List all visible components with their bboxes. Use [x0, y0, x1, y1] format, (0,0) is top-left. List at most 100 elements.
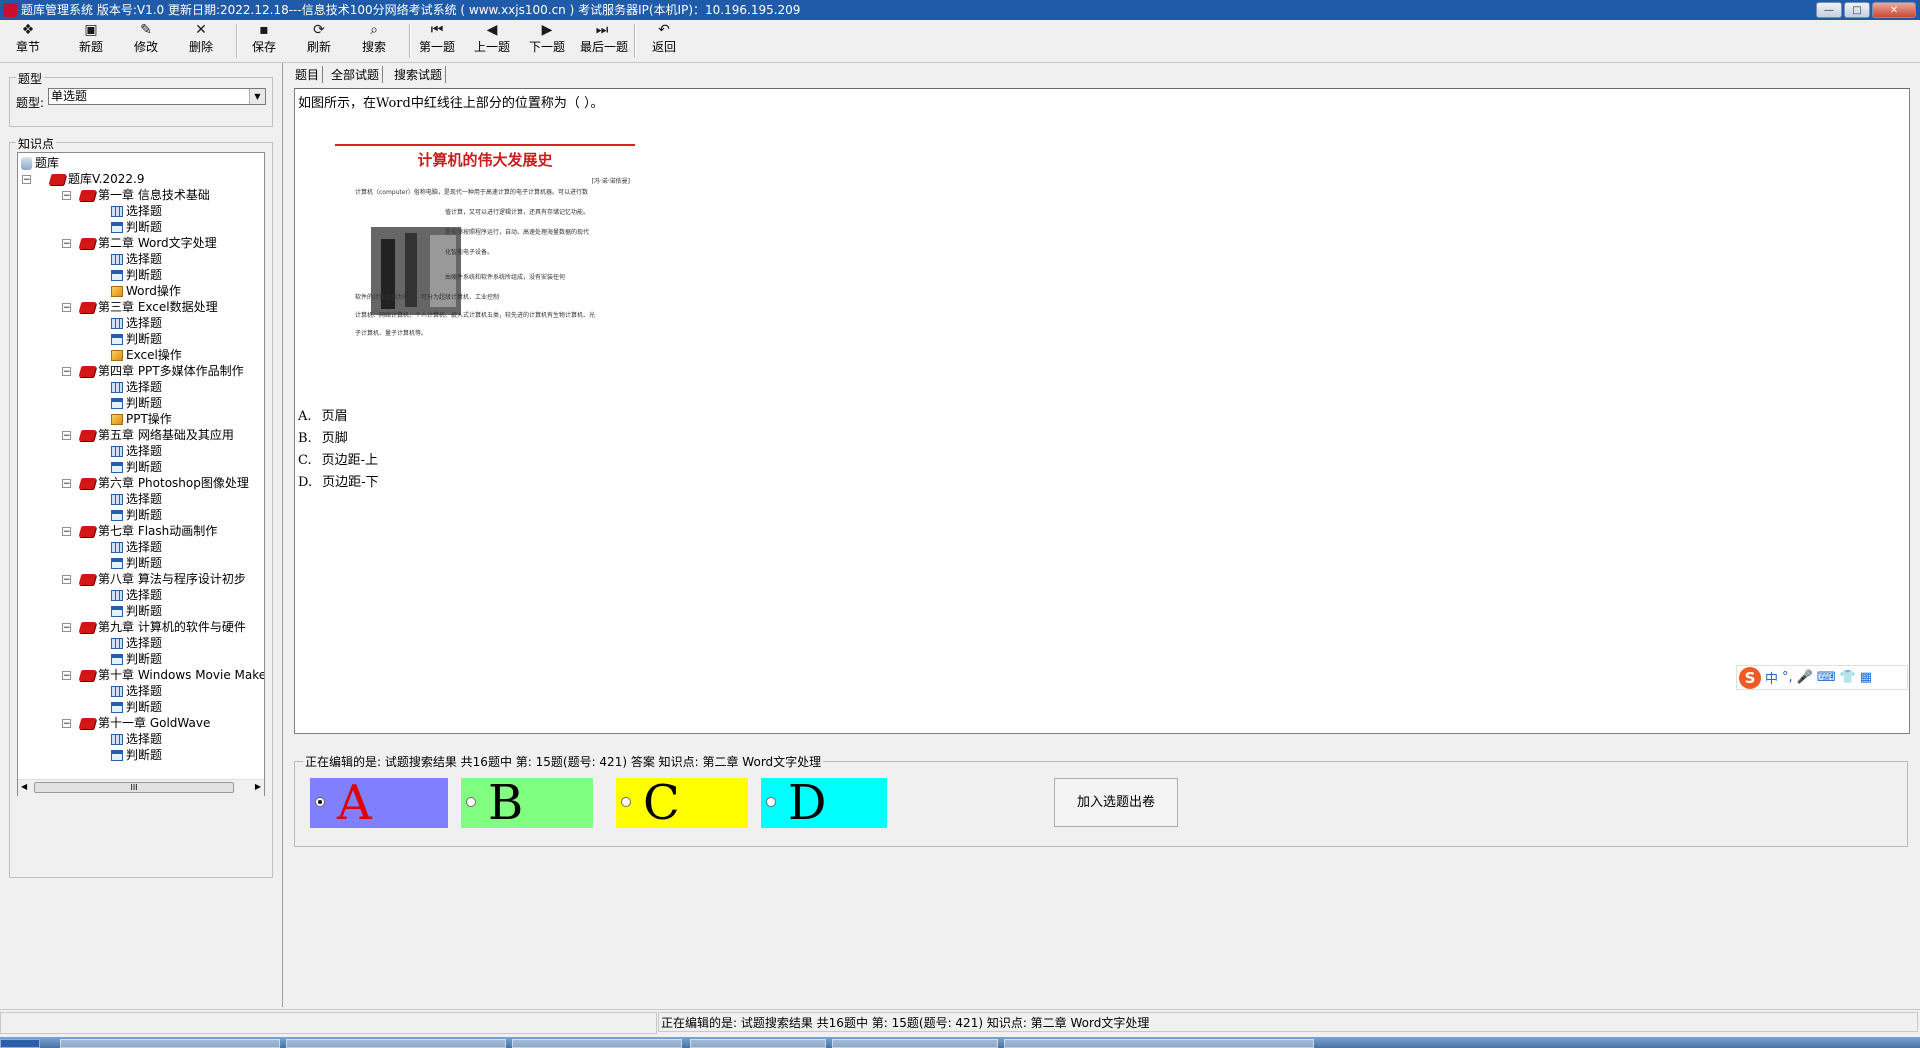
radio-button[interactable] — [621, 797, 631, 807]
toolbar-button-3[interactable]: ✕ 删除 — [179, 22, 223, 60]
radio-button[interactable] — [315, 797, 325, 807]
collapse-icon[interactable]: − — [62, 239, 71, 249]
collapse-icon[interactable]: − — [62, 431, 71, 441]
collapse-icon[interactable]: − — [62, 479, 71, 489]
radio-button[interactable] — [766, 797, 776, 807]
tree-chapter[interactable]: − 第九章 计算机的软件与硬件 — [62, 619, 246, 635]
minimize-button[interactable]: — — [1816, 2, 1842, 18]
collapse-icon[interactable]: − — [62, 191, 71, 201]
tree-leaf[interactable]: 选择题 — [111, 587, 162, 603]
taskbar-item[interactable] — [512, 1039, 682, 1048]
taskbar-item[interactable] — [690, 1039, 826, 1048]
ime-chinese-icon[interactable]: 中 — [1765, 668, 1778, 687]
tab-question[interactable]: 题目 — [295, 66, 324, 83]
toolbar-button-11[interactable]: ↶ 返回 — [642, 22, 686, 60]
taskbar-item[interactable] — [832, 1039, 998, 1048]
toolbar-button-5[interactable]: ⟳ 刷新 — [297, 22, 341, 60]
add-to-paper-button[interactable]: 加入选题出卷 — [1054, 778, 1178, 827]
tree-chapter[interactable]: − 第五章 网络基础及其应用 — [62, 427, 234, 443]
collapse-icon[interactable]: − — [62, 623, 71, 633]
tree-leaf[interactable]: PPT操作 — [111, 411, 172, 427]
toolbar-button-9[interactable]: ▶ 下一题 — [525, 22, 569, 60]
chevron-down-icon[interactable]: ▼ — [249, 89, 265, 104]
ime-toolbar[interactable]: S 中 °, 🎤 ⌨ 👕 ▦ — [1736, 665, 1908, 690]
tree-horizontal-scrollbar[interactable]: ◀ III ▶ — [18, 779, 264, 796]
tree-leaf[interactable]: Excel操作 — [111, 347, 182, 363]
tab-all-questions[interactable]: 全部试题 — [331, 66, 384, 83]
scroll-thumb[interactable]: III — [34, 782, 234, 793]
question-editor[interactable]: 如图所示，在Word中红线往上部分的位置称为（ ）。 计算机的伟大发展史 [冯·… — [294, 88, 1910, 734]
answer-choice-c[interactable]: C — [616, 775, 748, 831]
collapse-icon[interactable]: − — [62, 303, 71, 313]
toolbar-button-8[interactable]: ◀ 上一题 — [470, 22, 514, 60]
sogou-logo[interactable]: S — [1739, 666, 1761, 689]
collapse-icon[interactable]: − — [62, 527, 71, 537]
tree-chapter[interactable]: − 第七章 Flash动画制作 — [62, 523, 217, 539]
tree-leaf[interactable]: 判断题 — [111, 267, 162, 283]
tree-leaf[interactable]: 判断题 — [111, 651, 162, 667]
tree-leaf[interactable]: 选择题 — [111, 315, 162, 331]
tree-chapter[interactable]: − 第十章 Windows Movie Make — [62, 667, 264, 683]
tree-bank[interactable]: − 题库V.2022.9 — [22, 171, 144, 187]
toolbar-button-10[interactable]: ⏭ 最后一题 — [580, 22, 628, 60]
tab-search-questions[interactable]: 搜索试题 — [394, 66, 447, 83]
collapse-icon[interactable]: − — [22, 175, 31, 185]
taskbar-item[interactable] — [286, 1039, 506, 1048]
toolbar-button-4[interactable]: ▪ 保存 — [242, 22, 286, 60]
collapse-icon[interactable]: − — [62, 671, 71, 681]
scroll-right-icon[interactable]: ▶ — [255, 782, 261, 791]
keyboard-icon[interactable]: ⌨ — [1817, 670, 1836, 685]
tree-leaf[interactable]: 选择题 — [111, 379, 162, 395]
tree-leaf[interactable]: 判断题 — [111, 459, 162, 475]
tree-leaf[interactable]: 选择题 — [111, 683, 162, 699]
scroll-left-icon[interactable]: ◀ — [21, 782, 27, 791]
tree-leaf[interactable]: 判断题 — [111, 219, 162, 235]
tree-chapter[interactable]: − 第三章 Excel数据处理 — [62, 299, 218, 315]
skin-icon[interactable]: 👕 — [1840, 670, 1856, 685]
microphone-icon[interactable]: 🎤 — [1797, 670, 1813, 685]
tree-leaf[interactable]: 判断题 — [111, 699, 162, 715]
tree-leaf[interactable]: 选择题 — [111, 443, 162, 459]
tree-chapter[interactable]: − 第二章 Word文字处理 — [62, 235, 217, 251]
answer-choice-a[interactable]: A — [310, 775, 448, 831]
tree-leaf[interactable]: 选择题 — [111, 635, 162, 651]
tree-leaf[interactable]: 选择题 — [111, 731, 162, 747]
close-button[interactable]: ✕ — [1872, 2, 1916, 18]
taskbar-item[interactable] — [60, 1039, 280, 1048]
toolbox-icon[interactable]: ▦ — [1860, 670, 1872, 685]
start-button[interactable] — [0, 1039, 40, 1048]
tree-root[interactable]: 题库 — [21, 155, 59, 171]
tree-leaf[interactable]: 判断题 — [111, 747, 162, 763]
toolbar-button-1[interactable]: ▣ 新题 — [69, 22, 113, 60]
maximize-button[interactable]: □ — [1844, 2, 1870, 18]
toolbar-button-7[interactable]: ⏮ 第一题 — [415, 22, 459, 60]
tree-chapter[interactable]: − 第八章 算法与程序设计初步 — [62, 571, 246, 587]
tree-leaf[interactable]: 选择题 — [111, 539, 162, 555]
taskbar-item[interactable] — [1004, 1039, 1314, 1048]
tree-chapter[interactable]: − 第一章 信息技术基础 — [62, 187, 210, 203]
tree-leaf[interactable]: 选择题 — [111, 491, 162, 507]
answer-choice-b[interactable]: B — [461, 775, 593, 831]
tree-leaf[interactable]: 判断题 — [111, 555, 162, 571]
tree-leaf[interactable]: 选择题 — [111, 251, 162, 267]
tree-leaf[interactable]: 判断题 — [111, 507, 162, 523]
toolbar-button-6[interactable]: ⌕ 搜索 — [352, 22, 396, 60]
answer-choice-d[interactable]: D — [761, 775, 887, 831]
tree-leaf[interactable]: 选择题 — [111, 203, 162, 219]
type-select[interactable]: 单选题 ▼ — [48, 88, 266, 105]
toolbar-button-2[interactable]: ✎ 修改 — [124, 22, 168, 60]
tree-leaf[interactable]: 判断题 — [111, 395, 162, 411]
tree-chapter[interactable]: − 第四章 PPT多媒体作品制作 — [62, 363, 244, 379]
tree-chapter[interactable]: − 第十一章 GoldWave — [62, 715, 210, 731]
collapse-icon[interactable]: − — [62, 367, 71, 377]
tree-leaf[interactable]: Word操作 — [111, 283, 181, 299]
tree-chapter[interactable]: − 第六章 Photoshop图像处理 — [62, 475, 249, 491]
radio-button[interactable] — [466, 797, 476, 807]
knowledge-tree[interactable]: 题库 − 题库V.2022.9− 第一章 信息技术基础 选择题 判断题 − 第二章 Word文… — [17, 152, 265, 796]
tree-leaf[interactable]: 判断题 — [111, 331, 162, 347]
tree-leaf[interactable]: 判断题 — [111, 603, 162, 619]
collapse-icon[interactable]: − — [62, 719, 71, 729]
ime-punct-icon[interactable]: °, — [1782, 670, 1793, 685]
collapse-icon[interactable]: − — [62, 575, 71, 585]
toolbar-button-0[interactable]: ❖ 章节 — [6, 22, 50, 60]
